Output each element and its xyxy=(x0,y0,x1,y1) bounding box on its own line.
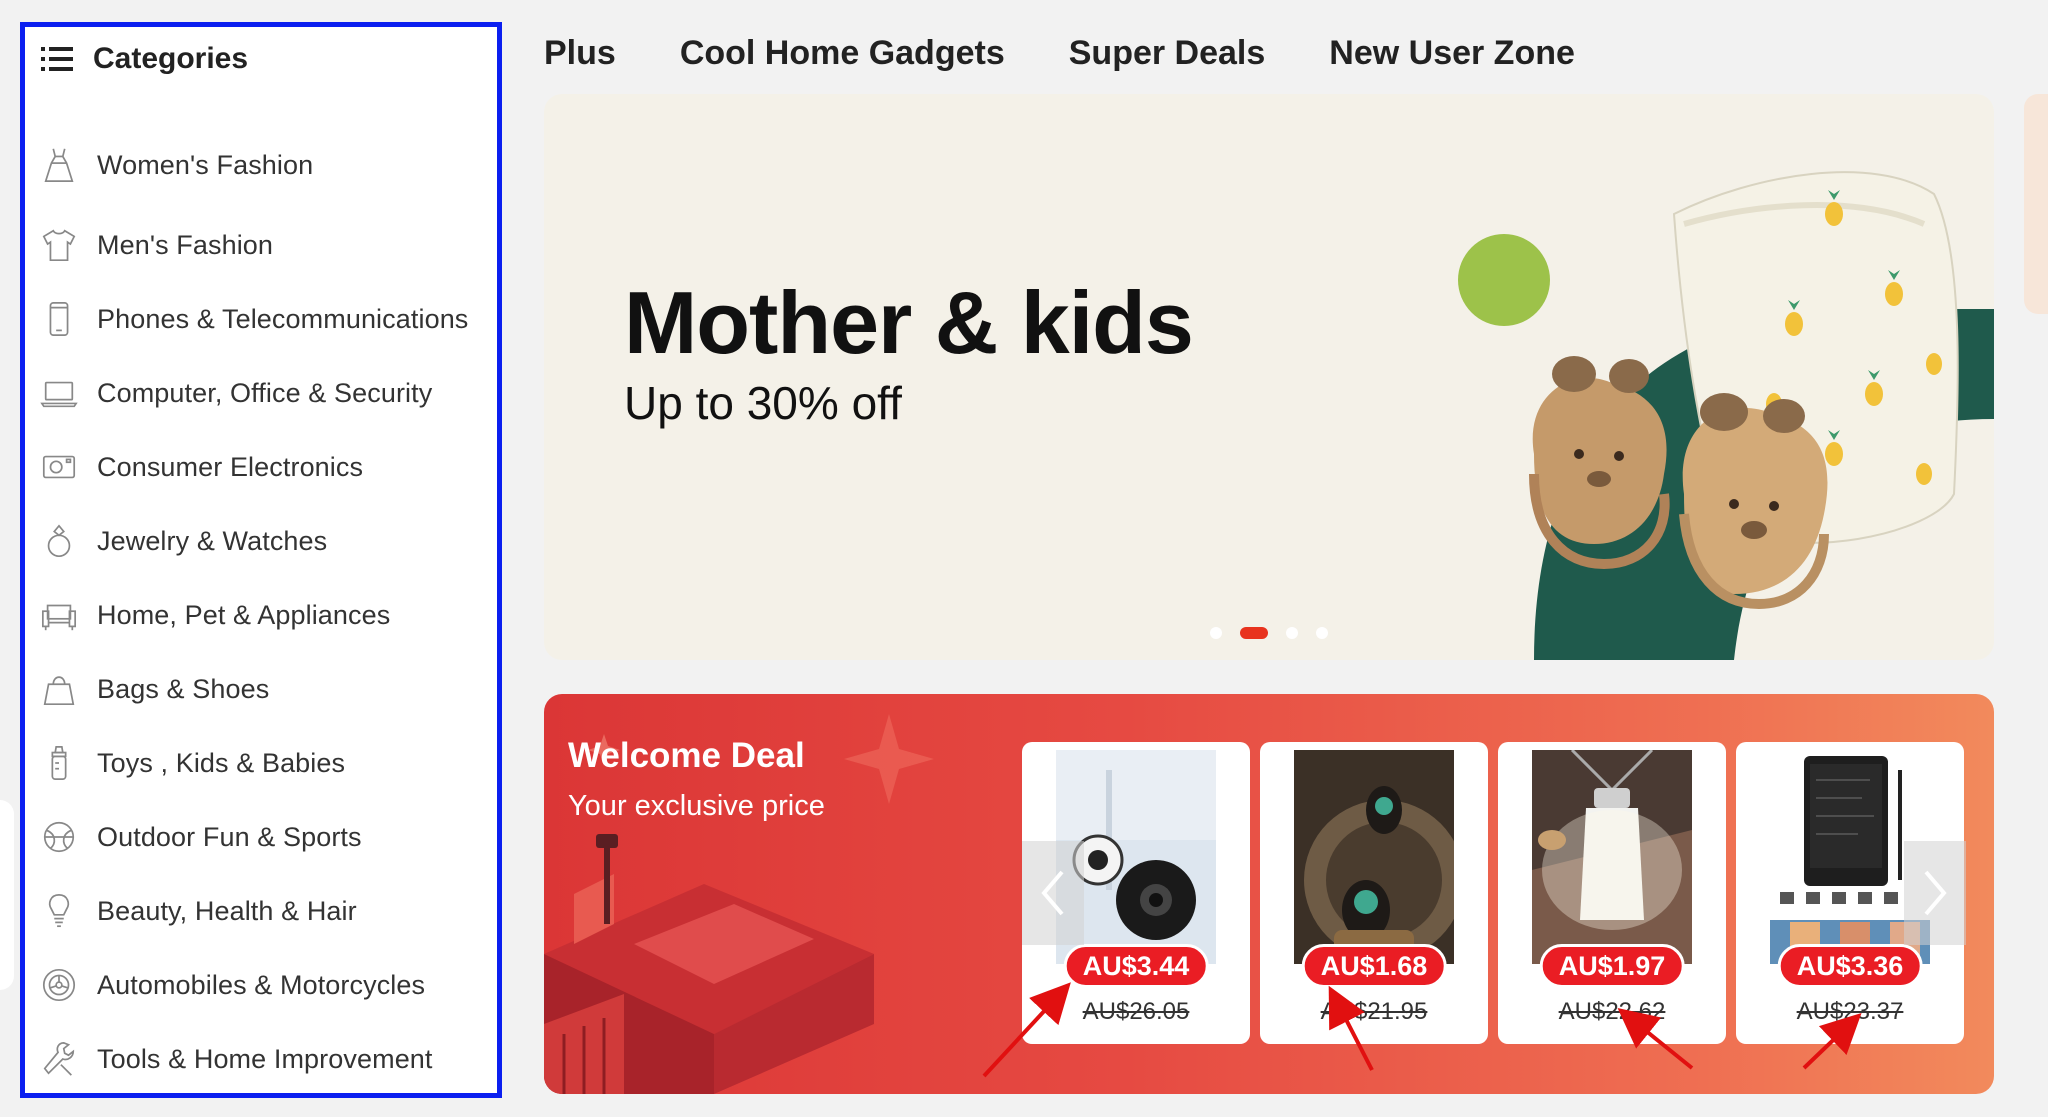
welcome-deal-section[interactable]: Welcome Deal Your exclusive price AU$3.4… xyxy=(544,694,1994,1094)
product-image-camping-lamp xyxy=(1532,750,1692,964)
menu-list-icon xyxy=(41,47,73,71)
banner-subtitle: Up to 30% off xyxy=(624,377,902,429)
category-home-pet[interactable]: Home, Pet & Appliances xyxy=(39,589,499,641)
carousel-dot-1[interactable] xyxy=(1210,627,1222,639)
welcome-deal-title: Welcome Deal xyxy=(568,736,805,775)
nav-new-user-zone[interactable]: New User Zone xyxy=(1329,34,1575,73)
wheel-icon xyxy=(39,963,79,1007)
sofa-icon xyxy=(39,593,79,637)
baby-bottle-icon xyxy=(39,741,79,785)
shirt-icon xyxy=(39,223,79,267)
laptop-icon xyxy=(39,371,79,415)
camera-icon xyxy=(39,445,79,489)
deal-prev-button[interactable] xyxy=(1022,841,1084,945)
banner-title: Mother & kids xyxy=(624,273,1194,372)
lightbulb-icon xyxy=(39,889,79,933)
product-old-price: AU$26.05 xyxy=(1082,998,1190,1025)
category-automobiles[interactable]: Automobiles & Motorcycles xyxy=(39,959,499,1011)
product-image-wireless-earbuds xyxy=(1294,750,1454,964)
product-old-price: AU$22.62 xyxy=(1558,998,1666,1025)
banner-product-image xyxy=(1458,171,1994,660)
top-navigation: Plus Cool Home Gadgets Super Deals New U… xyxy=(544,28,1639,78)
categories-sidebar: Categories Women's Fashion Men's Fashion… xyxy=(20,22,502,1098)
category-beauty-health[interactable]: Beauty, Health & Hair xyxy=(39,885,499,937)
carousel-dots xyxy=(1210,627,1346,639)
carousel-dot-2[interactable] xyxy=(1240,627,1268,639)
tools-icon xyxy=(39,1037,79,1081)
ring-icon xyxy=(39,519,79,563)
chevron-left-icon xyxy=(1041,870,1064,916)
nav-plus[interactable]: Plus xyxy=(544,34,616,73)
next-banner-peek xyxy=(2024,94,2048,314)
carousel-dot-4[interactable] xyxy=(1316,627,1328,639)
category-jewelry-watches[interactable]: Jewelry & Watches xyxy=(39,515,499,567)
category-mens-fashion[interactable]: Men's Fashion xyxy=(39,219,499,271)
ball-icon xyxy=(39,815,79,859)
left-edge-panel xyxy=(0,800,14,990)
category-computer-office[interactable]: Computer, Office & Security xyxy=(39,367,499,419)
categories-header[interactable]: Categories xyxy=(41,39,248,79)
chevron-right-icon xyxy=(1924,870,1947,916)
product-old-price: AU$23.37 xyxy=(1796,998,1904,1025)
carousel-dot-3[interactable] xyxy=(1286,627,1298,639)
product-price: AU$1.68 xyxy=(1301,944,1447,988)
nav-cool-home-gadgets[interactable]: Cool Home Gadgets xyxy=(680,34,1005,73)
product-price: AU$3.44 xyxy=(1063,944,1209,988)
welcome-deal-subtitle: Your exclusive price xyxy=(568,790,825,822)
category-consumer-electronics[interactable]: Consumer Electronics xyxy=(39,441,499,493)
category-phones[interactable]: Phones & Telecommunications xyxy=(39,293,499,345)
product-old-price: AU$21.95 xyxy=(1320,998,1428,1025)
phone-icon xyxy=(39,297,79,341)
nav-super-deals[interactable]: Super Deals xyxy=(1069,34,1266,73)
product-card-2[interactable]: AU$1.68 AU$21.95 xyxy=(1260,742,1488,1044)
hero-banner[interactable]: Mother & kids Up to 30% off xyxy=(544,94,1994,660)
category-bags-shoes[interactable]: Bags & Shoes xyxy=(39,663,499,715)
deal-next-button[interactable] xyxy=(1904,841,1966,945)
dress-icon xyxy=(39,143,79,187)
product-card-3[interactable]: AU$1.97 AU$22.62 xyxy=(1498,742,1726,1044)
categories-title: Categories xyxy=(93,42,249,75)
category-tools-home[interactable]: Tools & Home Improvement xyxy=(39,1033,499,1085)
category-womens-fashion[interactable]: Women's Fashion xyxy=(39,139,499,191)
product-price: AU$3.36 xyxy=(1777,944,1923,988)
category-outdoor-sports[interactable]: Outdoor Fun & Sports xyxy=(39,811,499,863)
category-toys-kids[interactable]: Toys , Kids & Babies xyxy=(39,737,499,789)
product-price: AU$1.97 xyxy=(1539,944,1685,988)
bag-icon xyxy=(39,667,79,711)
